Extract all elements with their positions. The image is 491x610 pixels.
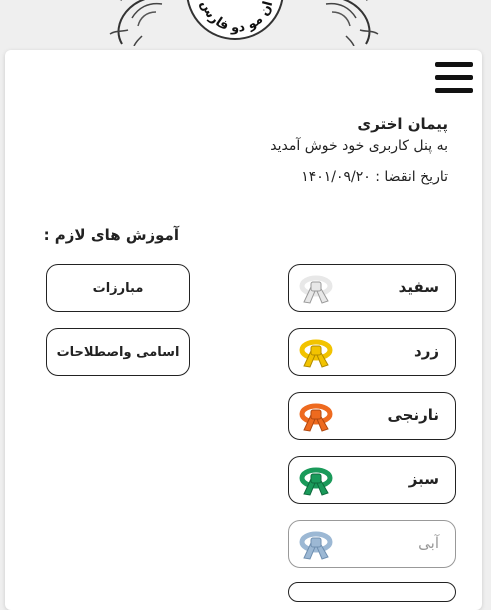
fights-button[interactable]: مبارزات: [46, 264, 190, 312]
user-info: پیمان اختری به پنل کاربری خود خوش آمدید …: [270, 113, 448, 188]
expiry-line: تاریخ انقضا : ۱۴۰۱/۰۹/۲۰: [270, 166, 448, 188]
logo-text: ان مو دو فارس: [197, 0, 276, 36]
belt-knot-icon: [299, 339, 333, 368]
belt-label: آبی: [418, 534, 439, 552]
dragon-left-icon: [109, 0, 163, 46]
header-banner: ان مو دو فارس: [0, 0, 491, 50]
next-belt-button[interactable]: [288, 582, 456, 602]
belt-blue-button[interactable]: آبی: [288, 520, 456, 568]
belt-yellow-button[interactable]: زرد: [288, 328, 456, 376]
belt-knot-icon: [299, 467, 333, 496]
user-name: پیمان اختری: [357, 115, 448, 133]
svg-text:ان مو دو فارس: ان مو دو فارس: [197, 0, 276, 36]
club-logo: ان مو دو فارس: [186, 0, 284, 40]
dragon-right-icon: [325, 0, 379, 46]
expiry-date: ۱۴۰۱/۰۹/۲۰: [301, 169, 371, 185]
belt-label: سبز: [408, 470, 439, 488]
belt-knot-icon: [299, 531, 333, 560]
terms-button[interactable]: اسامی واصطلاحات: [46, 328, 190, 376]
section-title: آموزش های لازم :: [43, 226, 179, 244]
belt-orange-button[interactable]: نارنجی: [288, 392, 456, 440]
belt-green-button[interactable]: سبز: [288, 456, 456, 504]
belt-label: سفید: [398, 278, 439, 296]
belt-knot-icon: [299, 275, 333, 304]
expiry-label: تاریخ انقضا :: [375, 169, 448, 185]
menu-icon[interactable]: [435, 62, 473, 96]
belt-label: نارنجی: [387, 406, 439, 424]
belt-label: زرد: [414, 342, 439, 360]
belt-white-button[interactable]: سفید: [288, 264, 456, 312]
belt-knot-icon: [299, 403, 333, 432]
welcome-text: به پنل کاربری خود خوش آمدید: [270, 138, 448, 154]
